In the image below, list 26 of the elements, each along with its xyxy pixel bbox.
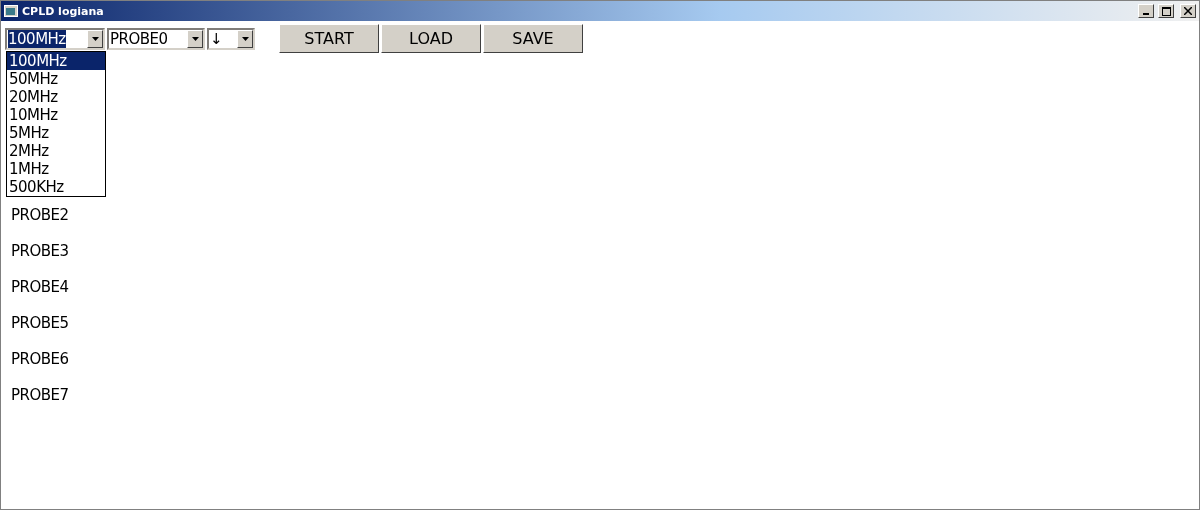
close-button[interactable] <box>1180 4 1196 18</box>
dropdown-button[interactable] <box>87 29 103 48</box>
app-icon <box>4 5 18 17</box>
dropdown-field[interactable]: ↓ <box>207 27 255 50</box>
caret-icon <box>241 36 249 41</box>
dropdown-field[interactable]: 100MHz <box>5 27 105 50</box>
close-icon <box>1184 7 1192 15</box>
probe-label: PROBE5 <box>11 314 70 334</box>
probe-label: PROBE2 <box>11 206 70 226</box>
probe-label: PROBE6 <box>11 350 70 370</box>
toolbar-button[interactable]: SAVE <box>483 24 583 53</box>
maximize-button[interactable] <box>1158 4 1174 18</box>
toolbar-button[interactable]: LOAD <box>381 24 481 53</box>
window-title: CPLD logiana <box>22 4 105 18</box>
dropdown-button[interactable] <box>187 29 203 48</box>
toolbar-button[interactable]: START <box>279 24 379 53</box>
probe-label: PROBE7 <box>11 386 70 406</box>
dropdown-option[interactable]: 100MHz <box>7 52 105 70</box>
dropdown-button[interactable] <box>237 29 253 48</box>
minimize-button[interactable] <box>1138 4 1154 18</box>
caret-icon <box>191 36 199 41</box>
caret-icon <box>91 36 99 41</box>
probe-label: PROBE3 <box>11 242 70 262</box>
probe-label: PROBE4 <box>11 278 70 298</box>
dropdown-field[interactable]: PROBE0 <box>107 27 205 50</box>
maximize-icon <box>1161 6 1171 16</box>
